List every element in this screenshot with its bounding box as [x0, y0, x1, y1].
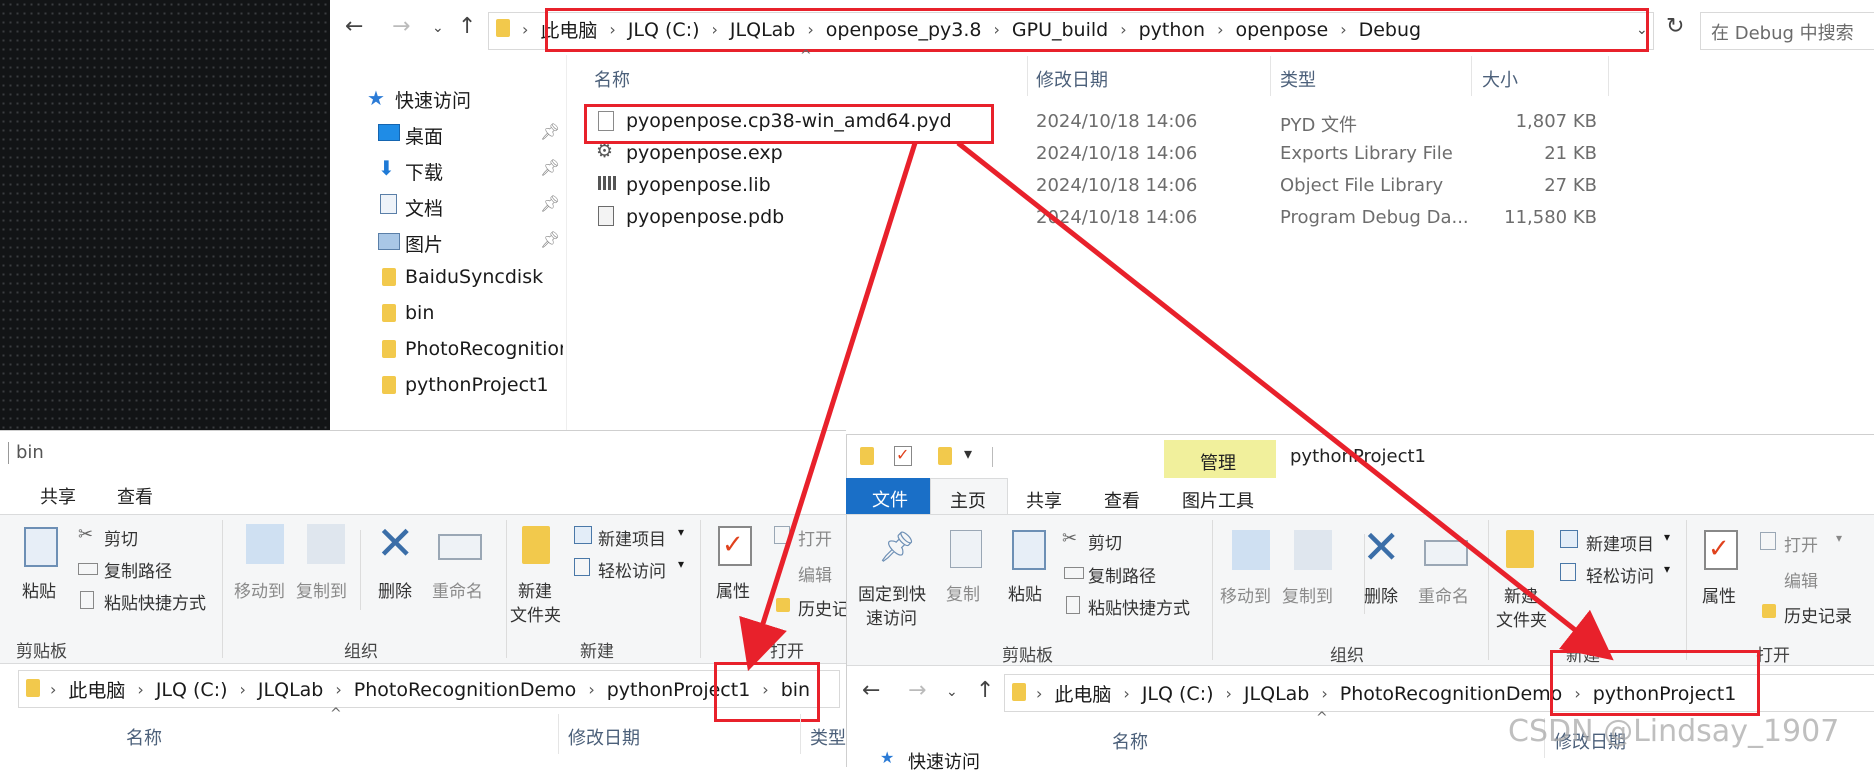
annotation-arrows — [739, 141, 1614, 672]
arrow-to-bin — [739, 142, 918, 672]
arrow-to-pythonproject1 — [956, 141, 1614, 661]
watermark: CSDN @Lindsay_1907 — [1508, 714, 1840, 749]
